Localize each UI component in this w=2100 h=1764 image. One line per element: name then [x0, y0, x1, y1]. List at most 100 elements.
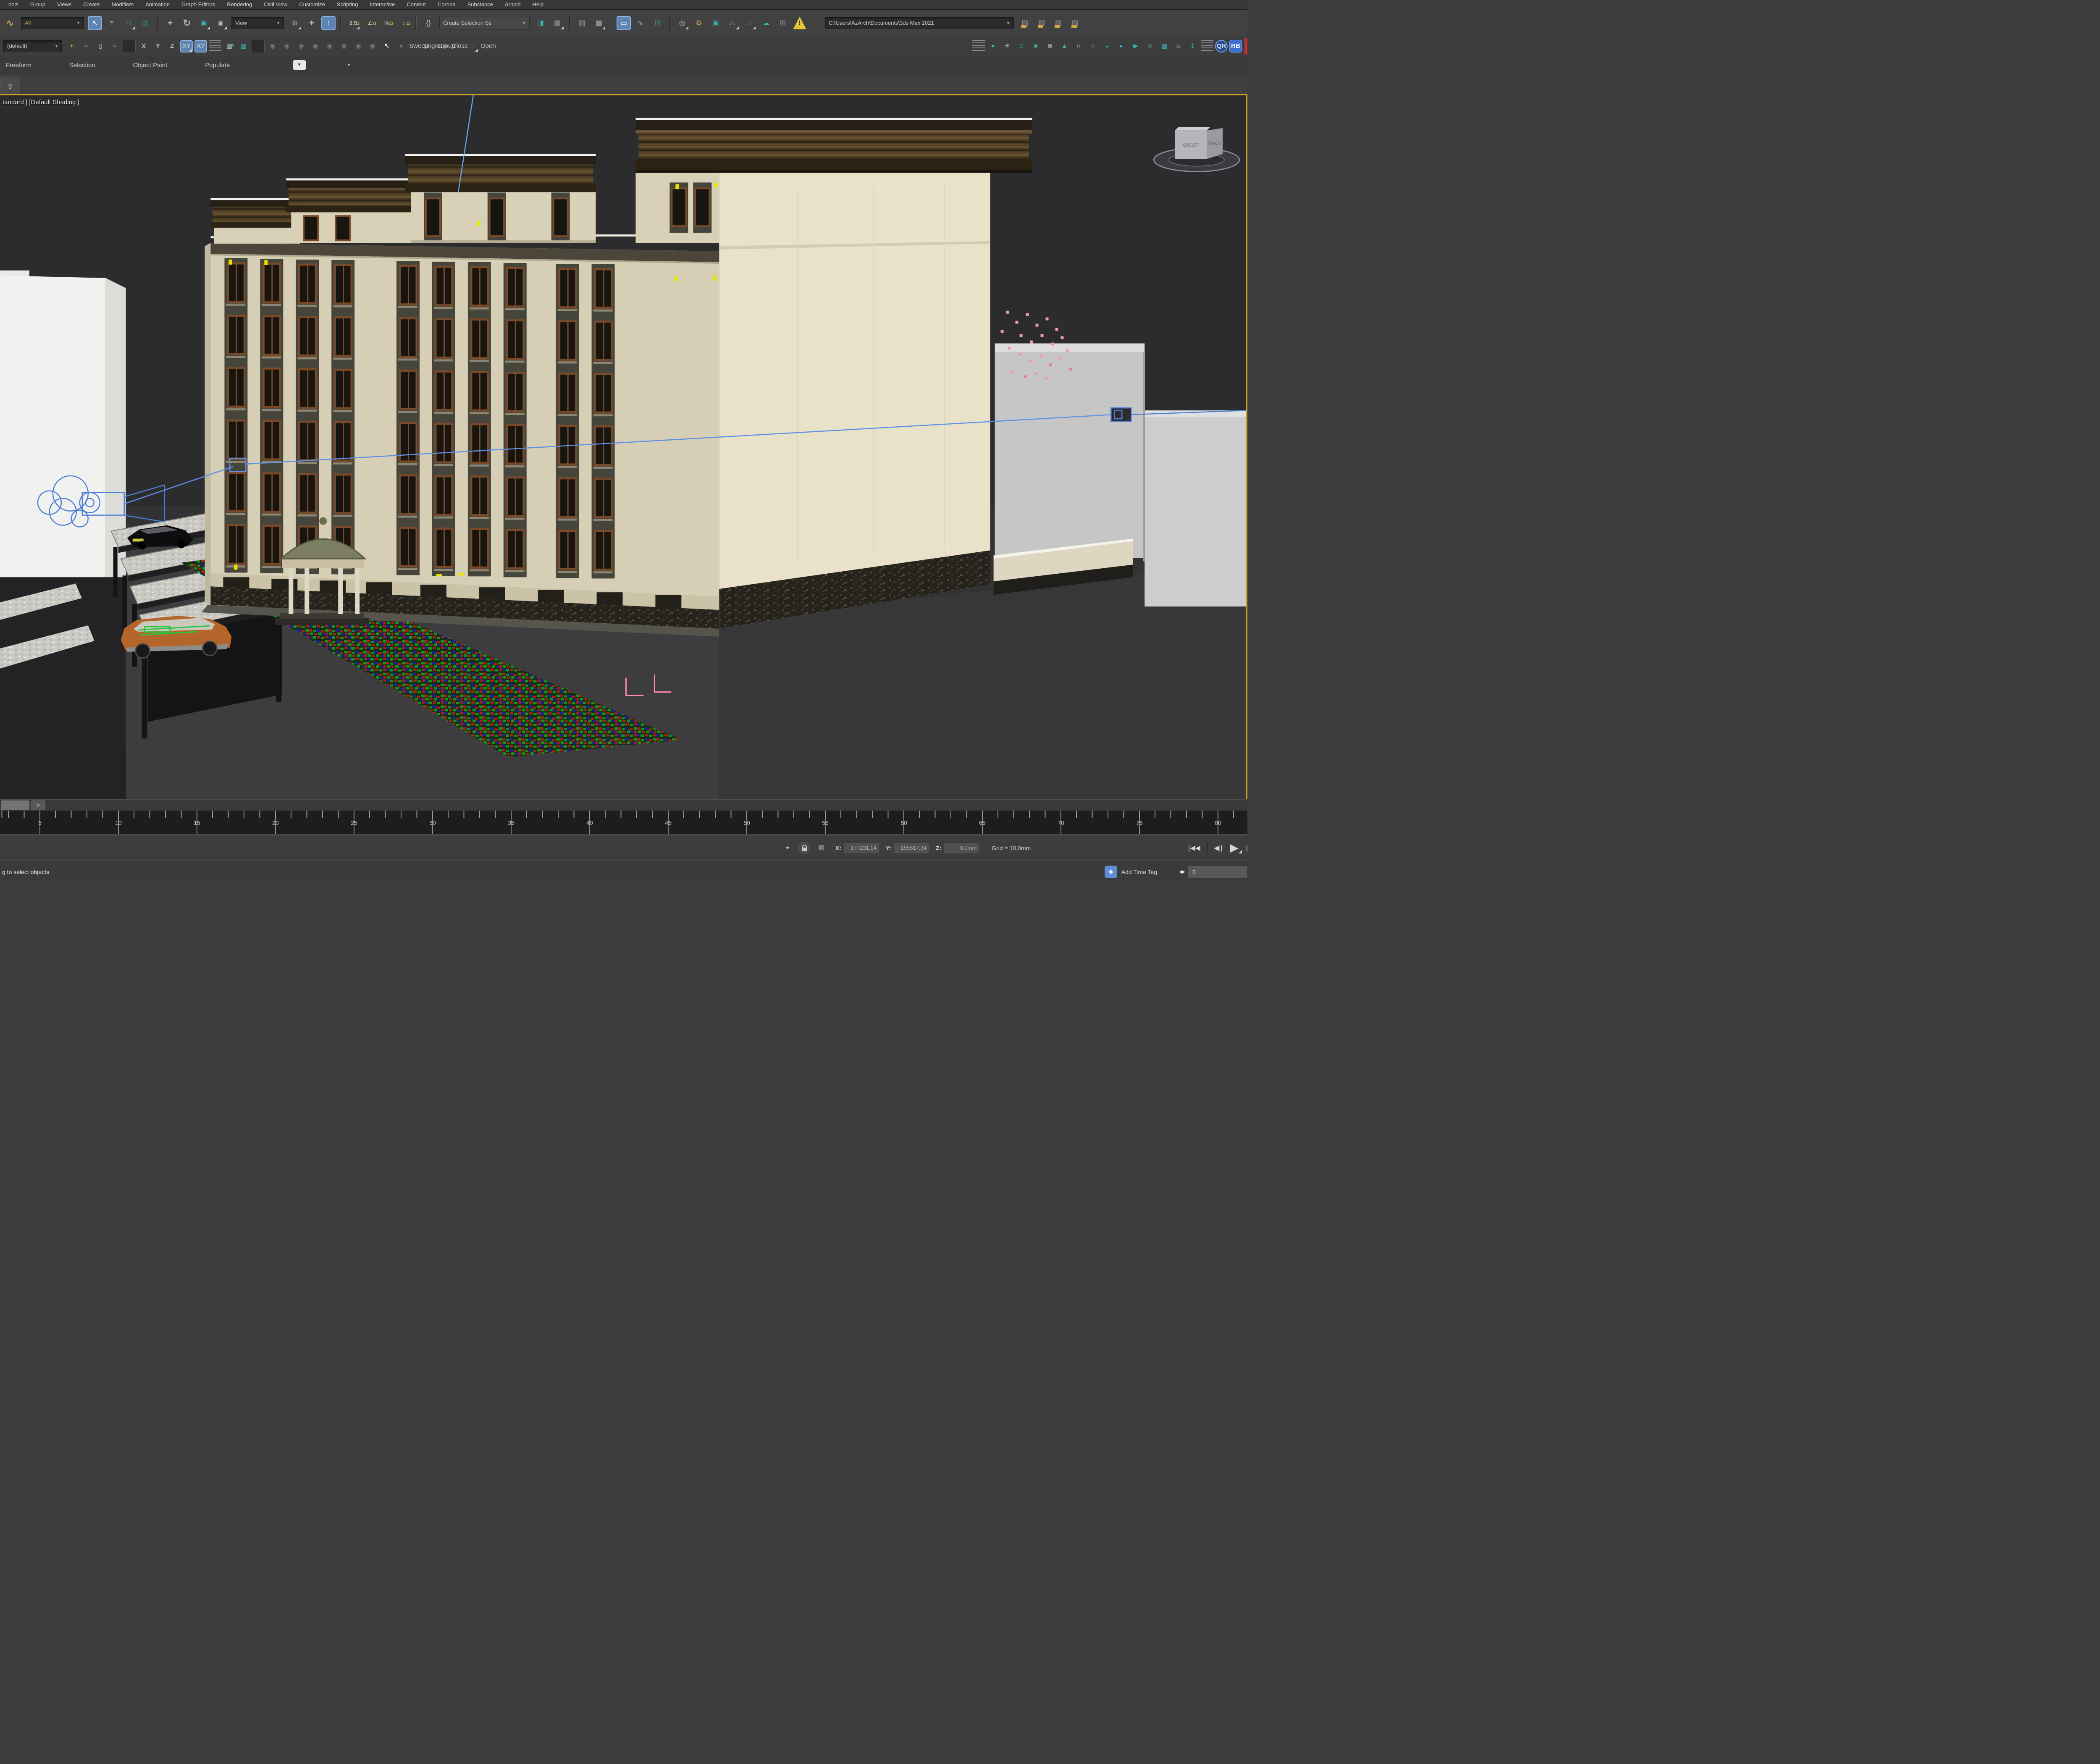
timeline-ruler[interactable]: 5 10 15 20 25 30 35 40 45 50 55 60 65 70 75 80: [0, 811, 1247, 835]
grid-range-icon[interactable]: ▦: [237, 40, 250, 52]
viewcube-face-back[interactable]: BACK: [1209, 141, 1222, 146]
menu-item[interactable]: Content: [401, 0, 432, 9]
rectangular-selection-region-icon[interactable]: □: [121, 16, 136, 30]
absolute-offset-toggle-icon[interactable]: ⊠: [815, 842, 827, 854]
ribbon-collapse-button[interactable]: ▼: [293, 60, 306, 70]
menu-item[interactable]: Animation: [139, 0, 176, 9]
percent-snap-icon[interactable]: %: [380, 16, 394, 31]
axis-x-button[interactable]: X: [137, 40, 150, 52]
time-slider[interactable]: [1, 800, 29, 810]
play-button[interactable]: ▶: [1230, 841, 1242, 854]
snap-toggle-25d-icon[interactable]: 2.5: [346, 16, 360, 31]
selection-lock-icon[interactable]: [798, 841, 811, 854]
material-editor-icon[interactable]: ◎: [675, 16, 689, 30]
previous-frame-button[interactable]: ◀||: [1214, 844, 1223, 852]
qr-badge[interactable]: QR: [1215, 39, 1228, 52]
render-setup-icon[interactable]: ⚙: [692, 16, 706, 30]
menu-item[interactable]: Rendering: [221, 0, 258, 9]
ribbon-tab[interactable]: Selection: [69, 62, 95, 69]
flag-cursor-icon[interactable]: ↖: [381, 40, 393, 52]
select-and-move-icon[interactable]: +: [163, 16, 177, 30]
workspace-dropdown[interactable]: (default) ▼: [3, 40, 62, 52]
add-time-tag-button[interactable]: Add Time Tag: [1121, 869, 1157, 875]
toggle-layer-explorer-icon[interactable]: ▥: [592, 16, 606, 30]
warning-icon[interactable]: !: [793, 16, 806, 29]
axis-z-button[interactable]: Z: [166, 40, 178, 52]
menu-item[interactable]: Group: [24, 0, 51, 9]
menu-item[interactable]: ools: [3, 0, 24, 9]
folder-project-icon[interactable]: ▤: [1018, 16, 1032, 30]
next-frame-button[interactable]: ||: [1246, 844, 1247, 852]
select-rect-icon[interactable]: ▯: [94, 40, 107, 52]
use-pivot-point-center-icon[interactable]: ⊕: [288, 16, 302, 30]
menu-item[interactable]: Scripting: [331, 0, 364, 9]
edit-named-selection-sets-icon[interactable]: {}: [421, 16, 436, 30]
folder-save-icon[interactable]: ▤: [1051, 16, 1066, 30]
sun-icon[interactable]: ☀: [1001, 40, 1013, 52]
ribbon-tab[interactable]: Populate: [205, 62, 230, 69]
angle-snap-icon[interactable]: ∠: [363, 16, 377, 31]
folder-options-icon[interactable]: ▤: [1068, 16, 1082, 30]
y-coordinate-field[interactable]: 155517,34: [893, 842, 930, 854]
select-and-scale-icon[interactable]: ▣: [197, 16, 211, 30]
isometric-cube-button[interactable]: ◈: [1104, 865, 1117, 878]
capsule-icon[interactable]: ◉: [281, 40, 293, 52]
viewcube-face-west[interactable]: WEST: [1183, 142, 1199, 149]
rendered-frame-window-icon[interactable]: ▣: [709, 16, 723, 30]
checker-icon[interactable]: ◉: [323, 40, 336, 52]
toggle-ribbon-icon[interactable]: ▭: [617, 16, 631, 30]
half-sphere-icon[interactable]: ◒: [1101, 40, 1113, 52]
noise-sphere-icon[interactable]: ◉: [309, 40, 322, 52]
viewport[interactable]: tandard ] [Default Shading ] WEST BACK: [0, 94, 1247, 799]
folder-open-icon[interactable]: ▤: [1034, 16, 1049, 30]
group-button[interactable]: Group: [438, 40, 455, 52]
render-production-icon[interactable]: ♨: [725, 16, 740, 30]
box-arrow-icon[interactable]: ▸: [1115, 40, 1128, 52]
list-icon[interactable]: ≣: [1044, 40, 1056, 52]
selection-filter-dropdown[interactable]: All ▼: [21, 16, 84, 29]
grid-array-icon[interactable]: ▦: [223, 39, 236, 52]
select-by-name-icon[interactable]: ≡: [105, 16, 119, 30]
snaps-axis-constraint-toggle[interactable]: X?: [194, 39, 207, 52]
curve-editor-icon[interactable]: ∿: [633, 16, 648, 30]
render-in-cloud-icon[interactable]: ☁: [759, 16, 773, 30]
select-and-link-icon[interactable]: ∿: [3, 16, 17, 30]
viewport-layout-tab[interactable]: g: [0, 77, 20, 94]
sphere-icon[interactable]: ●: [395, 40, 407, 52]
torus-icon[interactable]: ○: [1087, 40, 1099, 52]
z-coordinate-field[interactable]: 0,0mm: [944, 842, 980, 854]
menu-item[interactable]: Corona: [432, 0, 462, 9]
wall-icon[interactable]: ▦: [1158, 40, 1171, 52]
wire-sphere-icon[interactable]: ◉: [295, 40, 307, 52]
axis-y-button[interactable]: Y: [152, 40, 164, 52]
play-clip-icon[interactable]: ▶: [1129, 40, 1142, 52]
tree-icon[interactable]: ♣: [1029, 40, 1042, 52]
menu-item[interactable]: Create: [77, 0, 105, 9]
ribbon-tab[interactable]: Freeform: [6, 62, 32, 69]
time-slider-next-button[interactable]: >: [32, 800, 45, 810]
render-gallery-icon[interactable]: ⊞: [776, 16, 790, 30]
plus-arrows-icon[interactable]: +: [66, 40, 78, 52]
mirror-icon[interactable]: ◨: [533, 16, 548, 30]
align-icon[interactable]: ▦: [550, 16, 564, 30]
menu-item[interactable]: Help: [527, 0, 550, 9]
light-bulb-icon[interactable]: ●: [987, 40, 999, 52]
select-and-manipulate-icon[interactable]: +: [304, 16, 319, 30]
menu-item[interactable]: Interactive: [364, 0, 401, 9]
named-selection-set-dropdown[interactable]: Create Selection Se ▼: [439, 16, 530, 29]
select-and-place-icon[interactable]: ◉: [213, 16, 228, 30]
menu-item[interactable]: Views: [51, 0, 77, 9]
toggle-scene-explorer-icon[interactable]: ▤: [575, 16, 589, 30]
diamond-cross-icon[interactable]: ◉: [366, 40, 379, 52]
arch-icon[interactable]: ∩: [1072, 40, 1085, 52]
menu-item[interactable]: Modifiers: [105, 0, 139, 9]
rb-badge[interactable]: RB: [1229, 39, 1242, 52]
menu-item[interactable]: Civil View: [258, 0, 293, 9]
pine-tree-icon[interactable]: ▲: [1058, 40, 1071, 52]
stack-front-icon[interactable]: ≈: [108, 40, 121, 52]
teapot-icon[interactable]: ♨: [1172, 40, 1185, 52]
menu-item[interactable]: Graph Editors: [176, 0, 221, 9]
people-add-icon[interactable]: ☺: [1144, 40, 1156, 52]
axis-plane-button[interactable]: XY: [180, 39, 193, 52]
frame-spinner[interactable]: ◀▶: [1179, 869, 1185, 874]
